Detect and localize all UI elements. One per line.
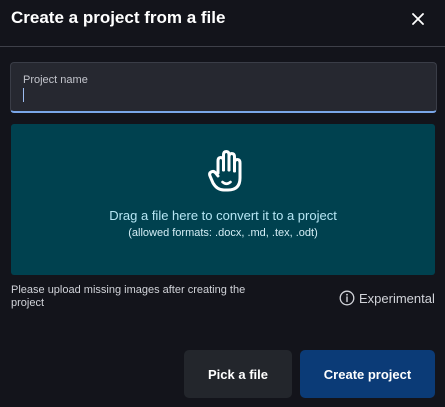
create-project-dialog: Create a project from a file Project nam… xyxy=(0,0,445,407)
project-name-field[interactable]: Project name xyxy=(10,62,437,113)
pick-file-button[interactable]: Pick a file xyxy=(184,350,292,398)
upload-images-note: Please upload missing images after creat… xyxy=(11,284,246,309)
close-icon xyxy=(412,13,424,25)
file-dropzone[interactable]: Drag a file here to convert it to a proj… xyxy=(11,124,435,275)
project-name-label: Project name xyxy=(23,74,88,86)
experimental-badge[interactable]: Experimental xyxy=(339,289,435,307)
close-button[interactable] xyxy=(406,8,430,30)
dialog-header: Create a project from a file xyxy=(0,0,445,47)
dropzone-formats: (allowed formats: .docx, .md, .tex, .odt… xyxy=(128,227,318,239)
hand-icon xyxy=(208,150,242,192)
dialog-title: Create a project from a file xyxy=(11,8,226,27)
project-name-input[interactable] xyxy=(23,88,423,102)
info-icon xyxy=(339,290,355,306)
text-caret xyxy=(23,88,24,102)
experimental-label: Experimental xyxy=(359,290,435,306)
dropzone-message: Drag a file here to convert it to a proj… xyxy=(109,208,337,223)
create-project-button[interactable]: Create project xyxy=(300,350,435,398)
